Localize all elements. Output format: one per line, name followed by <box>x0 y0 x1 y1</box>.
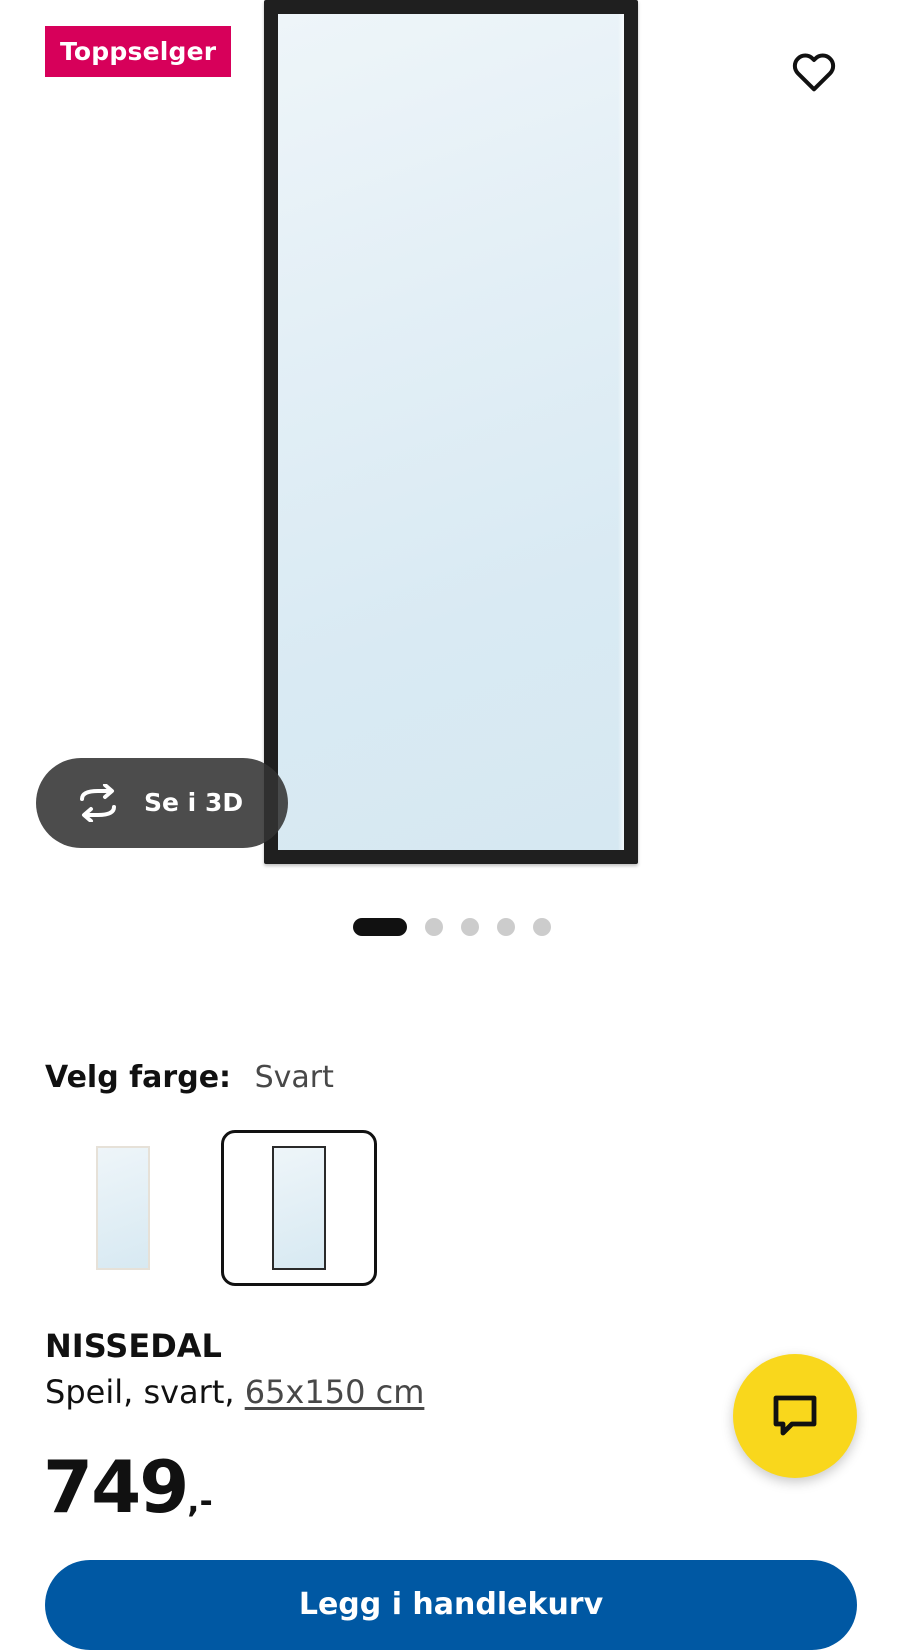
carousel-dot-2[interactable] <box>425 918 443 936</box>
chat-bubble-icon <box>773 1395 817 1436</box>
rotate-3d-icon <box>80 784 116 822</box>
chat-button[interactable] <box>733 1354 857 1478</box>
product-size-link[interactable]: 65x150 cm <box>245 1373 425 1411</box>
add-to-cart-button[interactable]: Legg i handlekurv <box>45 1560 857 1650</box>
carousel-dot-3[interactable] <box>461 918 479 936</box>
view-in-3d-label: Se i 3D <box>144 788 244 817</box>
view-in-3d-button[interactable]: Se i 3D <box>36 758 288 848</box>
carousel-dot-5[interactable] <box>533 918 551 936</box>
product-name: NISSEDAL <box>45 1327 222 1365</box>
price-integer: 749 <box>43 1445 189 1529</box>
color-label: Velg farge: <box>45 1060 232 1095</box>
selected-color-value: Svart <box>254 1060 334 1095</box>
color-swatch-black[interactable] <box>221 1130 377 1286</box>
mirror-glass <box>278 14 624 850</box>
product-description: Speil, svart, 65x150 cm <box>45 1370 424 1414</box>
swatch-thumbnail-white <box>96 1146 150 1270</box>
top-seller-badge: Toppselger <box>45 26 232 77</box>
color-selection: Velg farge: Svart <box>45 1058 334 1098</box>
carousel-indicator <box>0 917 902 937</box>
favorite-button[interactable] <box>784 46 844 98</box>
product-image-mirror <box>264 0 638 864</box>
heart-icon <box>792 53 836 92</box>
color-swatch-white[interactable] <box>45 1130 201 1286</box>
product-image-gallery[interactable]: Toppselger Se i 3D <box>0 0 902 880</box>
swatch-thumbnail-black <box>272 1146 326 1270</box>
price-suffix: ,- <box>187 1482 213 1520</box>
product-price: 749,- <box>43 1442 213 1552</box>
carousel-dot-4[interactable] <box>497 918 515 936</box>
product-description-text: Speil, svart, <box>45 1373 245 1411</box>
carousel-dot-1[interactable] <box>353 918 407 936</box>
